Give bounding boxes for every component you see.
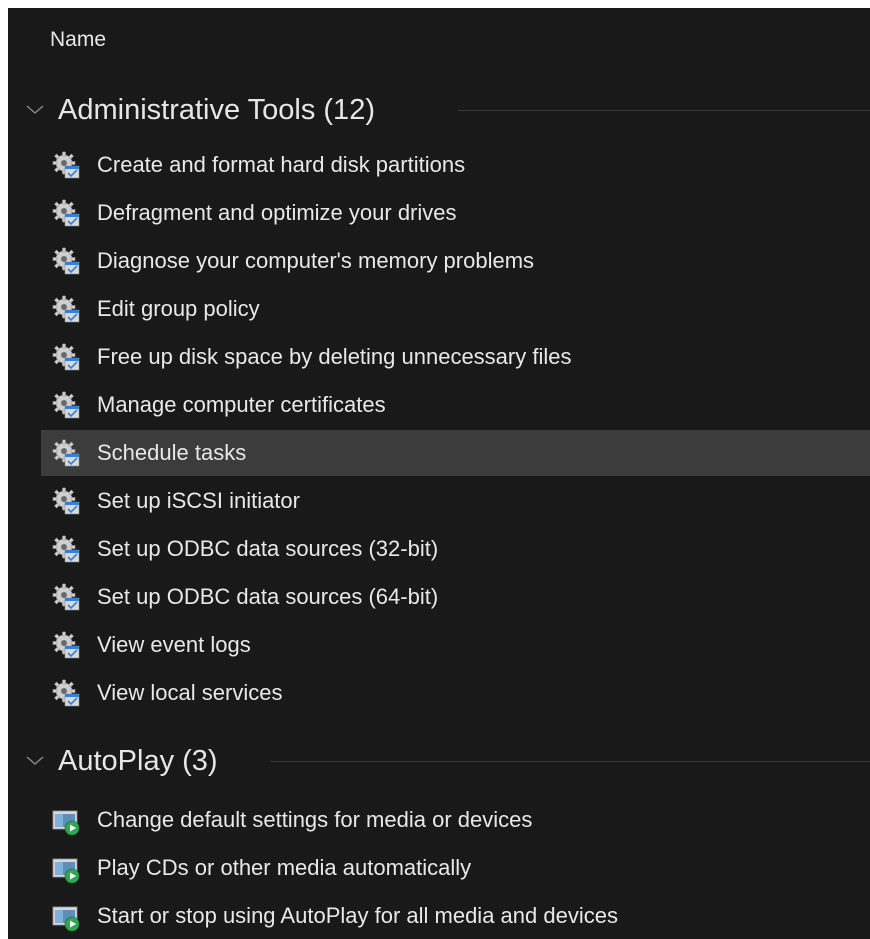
list-item[interactable]: Start or stop using AutoPlay for all med…	[41, 893, 870, 939]
list-item-label: Set up ODBC data sources (32-bit)	[97, 536, 439, 561]
list-item[interactable]: Change default settings for media or dev…	[41, 797, 870, 843]
explorer-panel: Name Administrative Tools (12) Create an…	[8, 8, 870, 939]
admin-tools-gear-icon	[52, 631, 80, 659]
admin-tools-gear-icon	[52, 295, 80, 323]
list-item[interactable]: Set up ODBC data sources (32-bit)	[41, 526, 870, 572]
group-title: AutoPlay (3)	[58, 744, 218, 777]
autoplay-icon	[52, 906, 80, 932]
list-item-label: Start or stop using AutoPlay for all med…	[97, 903, 618, 928]
list-item[interactable]: Diagnose your computer's memory problems	[41, 238, 870, 284]
chevron-down-icon[interactable]	[25, 753, 45, 767]
column-header-name[interactable]: Name	[50, 28, 106, 52]
list-item[interactable]: Play CDs or other media automatically	[41, 845, 870, 891]
group-divider	[270, 761, 870, 762]
list-item[interactable]: Set up iSCSI initiator	[41, 478, 870, 524]
admin-tools-gear-icon	[52, 391, 80, 419]
admin-tools-gear-icon	[52, 583, 80, 611]
group-header-autoplay[interactable]: AutoPlay (3)	[8, 737, 870, 785]
list-item[interactable]: Schedule tasks	[41, 430, 870, 476]
autoplay-icon	[52, 810, 80, 836]
admin-tools-gear-icon	[52, 247, 80, 275]
admin-tools-gear-icon	[52, 535, 80, 563]
list-item-label: Play CDs or other media automatically	[97, 855, 472, 880]
group-divider	[458, 110, 870, 111]
list-item[interactable]: Defragment and optimize your drives	[41, 190, 870, 236]
list-item[interactable]: View local services	[41, 670, 870, 716]
list-item-label: Defragment and optimize your drives	[97, 200, 457, 225]
list-item-label: Diagnose your computer's memory problems	[97, 248, 535, 273]
chevron-down-icon[interactable]	[25, 102, 45, 116]
list-item-label: Free up disk space by deleting unnecessa…	[97, 344, 572, 369]
admin-tools-gear-icon	[52, 439, 80, 467]
admin-tools-gear-icon	[52, 487, 80, 515]
admin-tools-gear-icon	[52, 199, 80, 227]
autoplay-icon	[52, 858, 80, 884]
list-item-label: Schedule tasks	[97, 440, 247, 465]
admin-tools-gear-icon	[52, 679, 80, 707]
list-item-label: View event logs	[97, 632, 251, 657]
list-item[interactable]: Free up disk space by deleting unnecessa…	[41, 334, 870, 380]
list-item-label: Set up ODBC data sources (64-bit)	[97, 584, 439, 609]
list-item[interactable]: Manage computer certificates	[41, 382, 870, 428]
list-item-label: Edit group policy	[97, 296, 260, 321]
list-item[interactable]: Set up ODBC data sources (64-bit)	[41, 574, 870, 620]
list-item[interactable]: Edit group policy	[41, 286, 870, 332]
list-item-label: Change default settings for media or dev…	[97, 807, 533, 832]
list-item[interactable]: View event logs	[41, 622, 870, 668]
admin-tools-gear-icon	[52, 151, 80, 179]
list-item-label: Set up iSCSI initiator	[97, 488, 300, 513]
group-title: Administrative Tools (12)	[58, 93, 375, 126]
list-item-label: View local services	[97, 680, 283, 705]
group-header-administrative-tools[interactable]: Administrative Tools (12)	[8, 86, 870, 134]
list-item-label: Create and format hard disk partitions	[97, 152, 466, 177]
list-item[interactable]: Create and format hard disk partitions	[41, 142, 870, 188]
admin-tools-gear-icon	[52, 343, 80, 371]
list-item-label: Manage computer certificates	[97, 392, 386, 417]
